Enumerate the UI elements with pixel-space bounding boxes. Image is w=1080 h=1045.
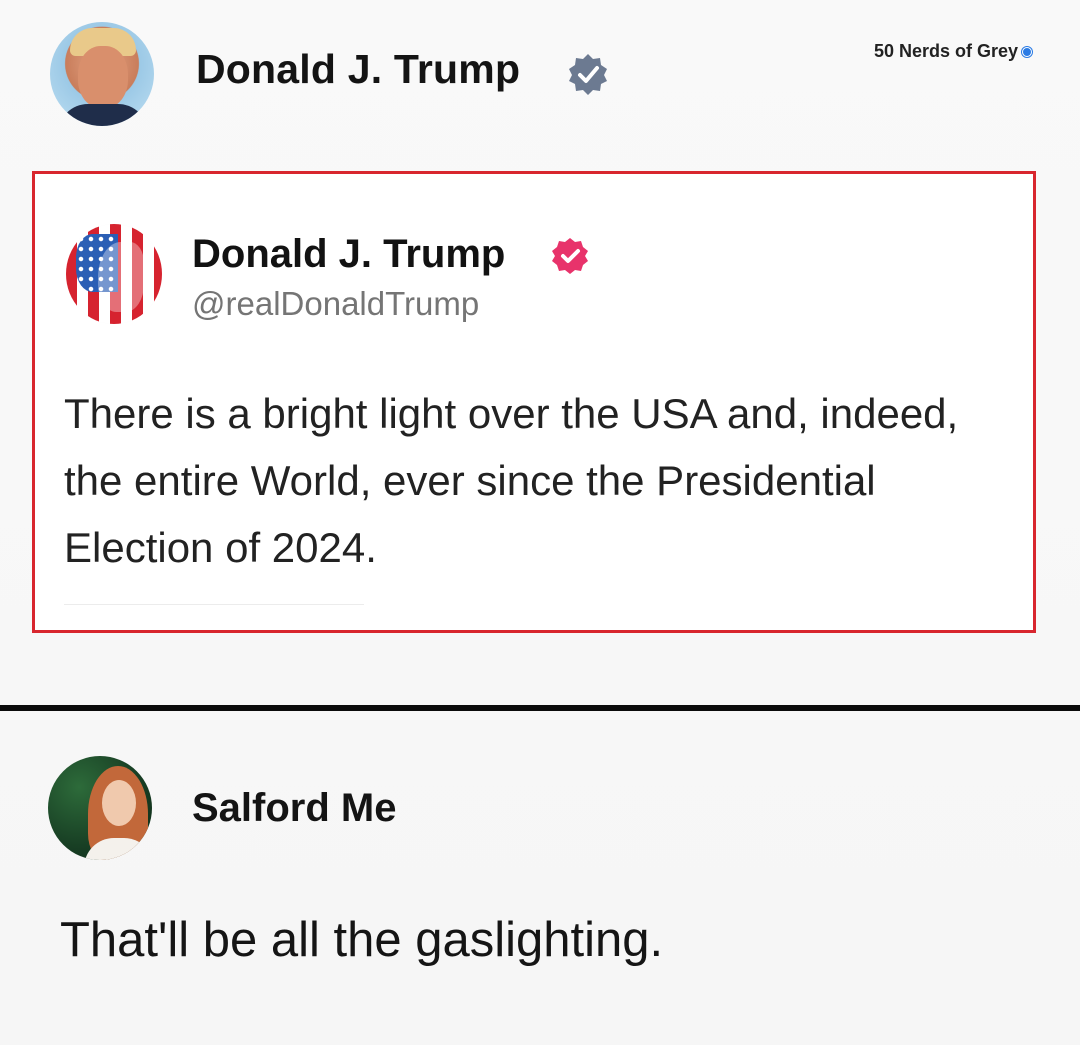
quoted-post-body: There is a bright light over the USA and… [64,390,959,571]
watermark-text: 50 Nerds of Grey [873,41,1018,61]
quoted-author-name[interactable]: Donald J. Trump [192,232,505,277]
verified-badge-icon [552,238,588,274]
avatar-suit [58,104,148,126]
quoted-post-divider [64,604,364,605]
author-name[interactable]: Donald J. Trump [196,46,520,93]
watermark: 50 Nerds of Grey [874,41,1032,62]
reply-author-name[interactable]: Salford Me [192,786,396,831]
avatar-silhouette [98,242,144,312]
section-divider [0,705,1080,711]
avatar-face [102,780,136,826]
quoted-author-avatar[interactable] [66,224,162,324]
quoted-author-handle[interactable]: @realDonaldTrump [192,285,479,323]
reply-body: That'll be all the gaslighting. [60,913,664,967]
verified-badge-icon [569,54,607,95]
screenshot-page: Donald J. Trump 50 Nerds of Grey Donald … [0,0,1080,1045]
watermark-dot-icon [1022,47,1032,58]
reply-author-avatar[interactable] [48,756,152,860]
author-avatar[interactable] [50,22,154,126]
avatar-face [78,46,128,108]
